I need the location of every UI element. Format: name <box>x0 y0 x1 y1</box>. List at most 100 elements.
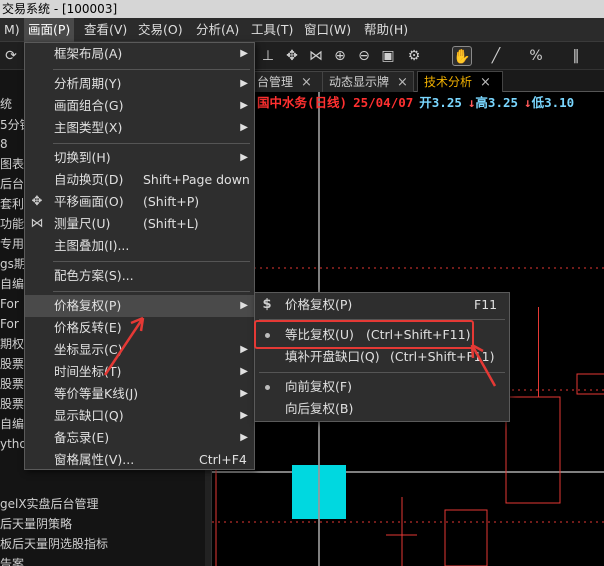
dollar-icon: $ <box>262 297 272 312</box>
submenu-arrow-icon: ▶ <box>240 48 248 59</box>
list-item[interactable]: gelX实盘后台管理 <box>0 494 99 515</box>
list-item[interactable]: 板后天量阴选股指标 <box>0 534 108 555</box>
close-icon[interactable]: × <box>397 73 408 93</box>
menu-item-pane-properties[interactable]: 窗格属性(V)... Ctrl+F4 <box>25 449 254 471</box>
list-item[interactable]: gs期 <box>0 254 26 275</box>
menu-model[interactable]: M) <box>0 18 24 42</box>
pan-icon[interactable]: ✥ <box>282 46 302 66</box>
menu-separator <box>53 261 250 262</box>
list-item[interactable]: 自编 <box>0 414 24 435</box>
menu-item-switch-to[interactable]: 切换到(H) ▶ <box>25 147 254 169</box>
hand-icon[interactable]: ✋ <box>452 46 472 66</box>
annotation-highlight-box <box>254 320 474 349</box>
list-item[interactable]: 股票 <box>0 394 24 415</box>
submenu-item-backward-adjust[interactable]: 向后复权(B) <box>255 398 509 420</box>
measure-icon[interactable]: ⋈ <box>306 46 326 66</box>
menu-trade[interactable]: 交易(O) <box>134 18 187 42</box>
tab-label: 技术分析 <box>424 75 473 89</box>
submenu-item-price-adjustment[interactable]: $ 价格复权(P) F11 <box>255 294 509 316</box>
list-item[interactable]: 告案 <box>0 554 24 566</box>
instrument-name: 国中水务(日线) <box>257 95 348 110</box>
menu-item-equivolume[interactable]: 等价等量K线(J) ▶ <box>25 383 254 405</box>
submenu-arrow-icon: ▶ <box>240 122 248 133</box>
tab-bar: 台管理 × 动态显示牌 × 技术分析 × <box>212 70 604 92</box>
menu-tools[interactable]: 工具(T) <box>247 18 297 42</box>
candle-wick <box>538 307 539 397</box>
close-icon[interactable]: × <box>480 73 491 93</box>
align-icon[interactable]: ⊥ <box>258 46 278 66</box>
list-item[interactable]: 统 <box>0 94 12 115</box>
menu-item-coordinate-display[interactable]: 坐标显示(C) ▶ <box>25 339 254 361</box>
list-item[interactable]: For <box>0 314 19 335</box>
zoom-in-icon[interactable]: ⊕ <box>330 46 350 66</box>
list-item[interactable]: 专用 <box>0 234 24 255</box>
list-item[interactable]: For <box>0 294 19 315</box>
submenu-item-fill-open-gap[interactable]: 填补开盘缺口(Q) (Ctrl+Shift+F11) <box>255 346 509 368</box>
menu-item-measure-ruler[interactable]: ⋈ 测量尺(U) (Shift+L) <box>25 213 254 235</box>
list-item[interactable]: 股票 <box>0 354 24 375</box>
menu-screen[interactable]: 画面(P) <box>24 18 75 42</box>
low-price: 低3.10 <box>531 95 575 110</box>
line-tool-icon[interactable]: ╱ <box>486 46 506 66</box>
percent-tool-icon[interactable]: % <box>526 46 546 66</box>
refresh-icon[interactable]: ⟳ <box>1 46 21 66</box>
tab-backend-manage[interactable]: 台管理 × <box>250 71 324 92</box>
list-item[interactable]: 自编 <box>0 274 24 295</box>
menu-window[interactable]: 窗口(W) <box>300 18 355 42</box>
tab-label: 台管理 <box>257 75 294 89</box>
menu-item-frame-layout[interactable]: 框架布局(A) ▶ <box>25 43 254 65</box>
menu-separator <box>53 291 250 292</box>
submenu-item-forward-adjust[interactable]: 向前复权(F) <box>255 376 509 398</box>
menu-item-analysis-period[interactable]: 分析周期(Y) ▶ <box>25 73 254 95</box>
submenu-arrow-icon: ▶ <box>240 78 248 89</box>
list-item[interactable]: 后天量阴策略 <box>0 514 72 535</box>
submenu-arrow-icon: ▶ <box>240 410 248 421</box>
move-icon: ✥ <box>31 194 43 209</box>
menu-item-main-chart-type[interactable]: 主图类型(X) ▶ <box>25 117 254 139</box>
submenu-arrow-icon: ▶ <box>240 300 248 311</box>
menu-separator <box>53 69 250 70</box>
menu-analysis[interactable]: 分析(A) <box>192 18 243 42</box>
submenu-arrow-icon: ▶ <box>240 366 248 377</box>
menu-item-time-axis[interactable]: 时间坐标(T) ▶ <box>25 361 254 383</box>
list-item[interactable]: 后台 <box>0 174 24 195</box>
chart-info-line: 国中水务(日线) 25/04/07 开3.25 ↓高3.25 ↓低3.10 <box>257 94 574 112</box>
submenu-arrow-icon: ▶ <box>240 432 248 443</box>
menu-item-price-reverse[interactable]: 价格反转(E) <box>25 317 254 339</box>
high-price: 高3.25 <box>475 95 519 110</box>
menu-separator <box>53 143 250 144</box>
menu-item-show-gap[interactable]: 显示缺口(Q) ▶ <box>25 405 254 427</box>
window-title: 交易系统 - [100003] <box>0 0 604 18</box>
menu-item-auto-page[interactable]: 自动换页(D) Shift+Page down <box>25 169 254 191</box>
list-item[interactable]: 股票 <box>0 374 24 395</box>
submenu-arrow-icon: ▶ <box>240 152 248 163</box>
menu-item-screen-combination[interactable]: 画面组合(G) ▶ <box>25 95 254 117</box>
list-item[interactable]: 期权 <box>0 334 24 355</box>
menu-view[interactable]: 查看(V) <box>80 18 131 42</box>
menu-help[interactable]: 帮助(H) <box>360 18 412 42</box>
price-adjustment-submenu: $ 价格复权(P) F11 等比复权(U) (Ctrl+Shift+F11) 填补开盘… <box>254 292 510 422</box>
bars-tool-icon[interactable]: ‖ <box>566 46 586 66</box>
list-item[interactable]: 功能 <box>0 214 24 235</box>
down-arrow-icon: ↓ <box>524 95 532 110</box>
list-item[interactable]: 图表 <box>0 154 24 175</box>
list-item[interactable]: 套利 <box>0 194 24 215</box>
menu-item-pan-screen[interactable]: ✥ 平移画面(O) (Shift+P) <box>25 191 254 213</box>
settings-icon[interactable]: ⚙ <box>404 46 424 66</box>
chart-date: 25/04/07 <box>353 95 414 110</box>
menu-separator <box>259 372 505 373</box>
selected-dot-icon <box>265 385 270 390</box>
menu-item-overlay[interactable]: 主图叠加(I)... <box>25 235 254 257</box>
tab-dynamic-board[interactable]: 动态显示牌 × <box>322 71 414 92</box>
submenu-arrow-icon: ▶ <box>240 344 248 355</box>
tab-technical-analysis[interactable]: 技术分析 × <box>417 71 503 92</box>
list-item[interactable]: ytho <box>0 434 27 455</box>
menu-item-price-adjustment[interactable]: 价格复权(P) ▶ <box>25 295 254 317</box>
menu-bar: M) 画面(P) 查看(V) 交易(O) 分析(A) 工具(T) 窗口(W) 帮… <box>0 18 604 42</box>
menu-item-color-scheme[interactable]: 配色方案(S)... <box>25 265 254 287</box>
window-icon[interactable]: ▣ <box>378 46 398 66</box>
zoom-out-icon[interactable]: ⊖ <box>354 46 374 66</box>
list-item[interactable]: 8 <box>0 134 8 155</box>
close-icon[interactable]: × <box>301 73 312 93</box>
menu-item-memo[interactable]: 备忘录(E) ▶ <box>25 427 254 449</box>
